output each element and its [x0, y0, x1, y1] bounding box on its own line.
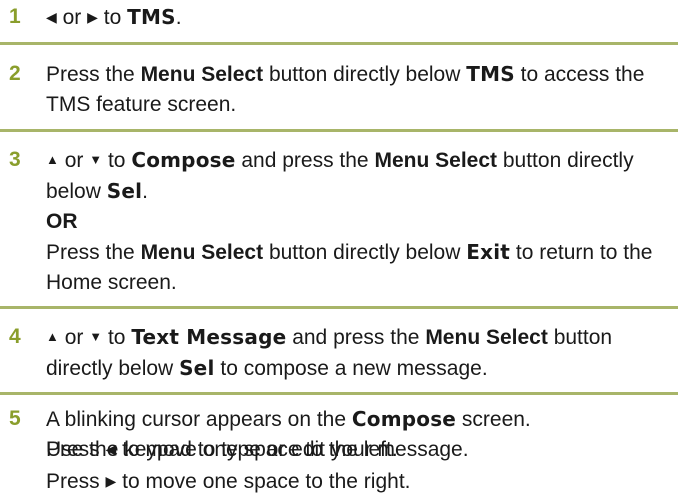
divider: [0, 42, 678, 45]
step-text: ▲ or ▼ to Text Message and press the Men…: [46, 322, 678, 384]
step-5-cont-2: Press ▶ to move one space to the right.: [0, 466, 678, 496]
arrow-left-icon: ◀: [105, 441, 117, 457]
step-number: 3: [9, 148, 21, 171]
step-number: 1: [9, 5, 21, 28]
arrow-up-icon: ▲: [46, 329, 59, 344]
display-text: Compose: [351, 407, 457, 431]
menu-select-label: Menu Select: [374, 149, 498, 172]
step-text: ▲ or ▼ to Compose and press the Menu Sel…: [46, 145, 678, 298]
step-text: ◀ or ▶ to TMS.: [46, 2, 678, 33]
display-text: Sel: [106, 179, 143, 203]
display-text: Sel: [179, 356, 215, 380]
divider: [0, 392, 678, 395]
menu-select-label: Menu Select: [140, 241, 264, 264]
arrow-down-icon: ▼: [89, 329, 103, 344]
step-text: Press ◀ to move one space to the left.: [46, 434, 678, 465]
display-text: Exit: [466, 240, 511, 264]
divider: [0, 129, 678, 132]
menu-select-label: Menu Select: [425, 326, 548, 349]
display-text: Text Message: [131, 325, 287, 349]
arrow-left-icon: ◀: [46, 9, 57, 25]
step-number: 2: [9, 62, 21, 85]
arrow-right-icon: ▶: [87, 9, 98, 25]
step-number: 5: [9, 407, 21, 430]
or-label: OR: [46, 210, 78, 233]
arrow-down-icon: ▼: [89, 152, 103, 167]
display-text: TMS: [466, 62, 515, 86]
step-number: 4: [9, 325, 21, 348]
arrow-right-icon: ▶: [105, 473, 117, 489]
display-text: TMS: [127, 5, 176, 29]
menu-select-label: Menu Select: [140, 63, 264, 86]
arrow-up-icon: ▲: [46, 152, 59, 167]
step-text: Press the Menu Select button directly be…: [46, 62, 645, 116]
display-text: Compose: [131, 148, 236, 172]
divider: [0, 306, 678, 309]
